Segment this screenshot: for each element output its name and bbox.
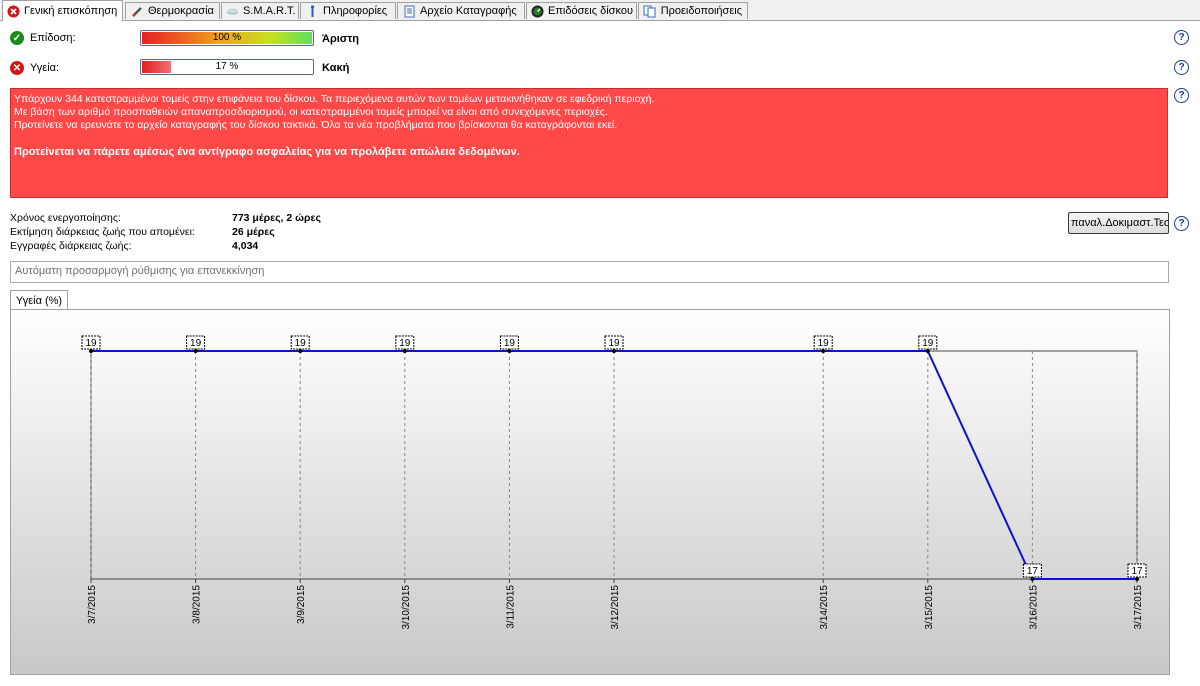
tab-label: Αρχείο Καταγραφής [420,5,517,17]
tab-smart[interactable]: S.M.A.R.T. [221,2,299,19]
retest-button[interactable]: παναλ.Δοκιμαστ.Τεστ [1068,212,1169,234]
tab-label: Προειδοποιήσεις [660,5,742,17]
tab-label: Θερμοκρασία [148,5,214,17]
health-chart: 3/7/2015 3/8/2015 3/9/2015 3/10/2015 3/11/20… [11,310,1169,674]
x-tick-label: 3/14/2015 [819,585,830,630]
data-label: 19 [85,338,97,349]
tab-alerts[interactable]: Προειδοποιήσεις [638,2,748,19]
power-on-label: Χρόνος ενεργοποίησης: [10,212,121,224]
data-point [193,349,198,353]
data-label: 19 [818,338,830,349]
tab-label: S.M.A.R.T. [243,5,296,17]
comment-input[interactable]: Αυτόματη προσαρμογή ρύθμισης για επανεκκ… [10,261,1169,283]
smart-icon [226,4,239,18]
help-icon[interactable]: ? [1174,30,1189,45]
data-point [507,349,512,353]
data-label: 19 [922,338,934,349]
health-verdict: Κακή [322,62,350,74]
records-label: Εγγραφές διάρκειας ζωής: [10,240,132,252]
power-on-value: 773 μέρες, 2 ώρες [232,212,321,224]
log-file-icon [402,4,416,18]
alert-line: Υπάρχουν 344 κατεστραμμένοι τομείς στην … [14,93,655,105]
data-label: 19 [608,338,620,349]
data-point [89,349,93,353]
x-tick-label: 3/12/2015 [610,585,621,630]
tab-label: Πληροφορίες [323,5,388,17]
tab-strip: Γενική επισκόπηση Θερμοκρασία S.M.A.R.T.… [0,0,1200,21]
health-bar: 17 % [140,59,314,75]
tab-overview[interactable]: Γενική επισκόπηση [2,0,123,21]
x-tick-label: 3/15/2015 [924,585,935,630]
alert-line: Προτείνετε να ερευνάτε το αρχείο καταγρα… [14,119,618,131]
performance-verdict: Άριστη [322,33,359,45]
alerts-icon [643,4,657,18]
data-label: 19 [504,338,516,349]
x-tick-label: 3/11/2015 [505,585,516,629]
tab-log[interactable]: Αρχείο Καταγραφής [397,2,525,19]
x-tick-label: 3/17/2015 [1133,585,1144,630]
performance-label: Επίδοση: [30,32,76,44]
remaining-life-value: 26 μέρες [232,226,275,238]
remaining-life-label: Εκτίμηση διάρκειας ζωής που απομένει: [10,226,195,238]
data-label: 17 [1131,566,1143,577]
performance-value: 100 % [212,32,242,43]
x-tick-label: 3/9/2015 [296,585,307,624]
chart-background [11,310,1169,674]
records-value: 4,034 [232,240,259,252]
x-tick-label: 3/7/2015 [87,585,98,624]
data-point [612,349,616,353]
tab-health-graph[interactable]: Υγεία (%) [10,290,68,310]
tab-label: Γενική επισκόπηση [24,5,118,17]
x-tick-label: 3/16/2015 [1028,585,1039,630]
performance-row: ✓ Επίδοση: [10,31,76,45]
alert-recommendation: Προτείνεται να πάρετε αμέσως ένα αντίγρα… [14,146,520,158]
help-icon[interactable]: ? [1174,216,1189,231]
tab-temperature[interactable]: Θερμοκρασία [125,2,220,19]
data-label: 19 [190,338,202,349]
data-label: 19 [399,338,411,349]
check-circle-icon: ✓ [10,31,24,45]
help-icon[interactable]: ? [1174,88,1189,103]
health-row: ✕ Υγεία: [10,61,59,75]
alert-line: Με βάση των αριθμό προσπαθειών απαναπροσ… [14,106,608,118]
thermometer-icon [130,4,144,18]
data-point [821,349,826,353]
info-icon [305,4,319,18]
data-label: 19 [295,338,307,349]
health-label: Υγεία: [30,62,60,74]
data-point [402,349,407,353]
data-point [1030,577,1035,581]
error-circle-icon [7,4,20,18]
tab-info[interactable]: Πληροφορίες [300,2,396,19]
health-value: 17 % [215,61,239,72]
error-circle-icon: ✕ [10,61,24,75]
tab-label: Επιδόσεις δίσκου [548,5,633,17]
data-point [1135,577,1139,581]
x-tick-label: 3/8/2015 [192,585,203,624]
help-icon[interactable]: ? [1174,60,1189,75]
data-point [298,349,303,353]
x-tick-label: 3/10/2015 [401,585,412,630]
performance-bar: 100 % [140,30,314,46]
data-label: 17 [1027,566,1039,577]
data-point [925,349,930,353]
tab-disk-performance[interactable]: Επιδόσεις δίσκου [526,2,637,19]
speedometer-icon [531,4,544,18]
alert-message: Υπάρχουν 344 κατεστραμμένοι τομείς στην … [10,88,1168,198]
